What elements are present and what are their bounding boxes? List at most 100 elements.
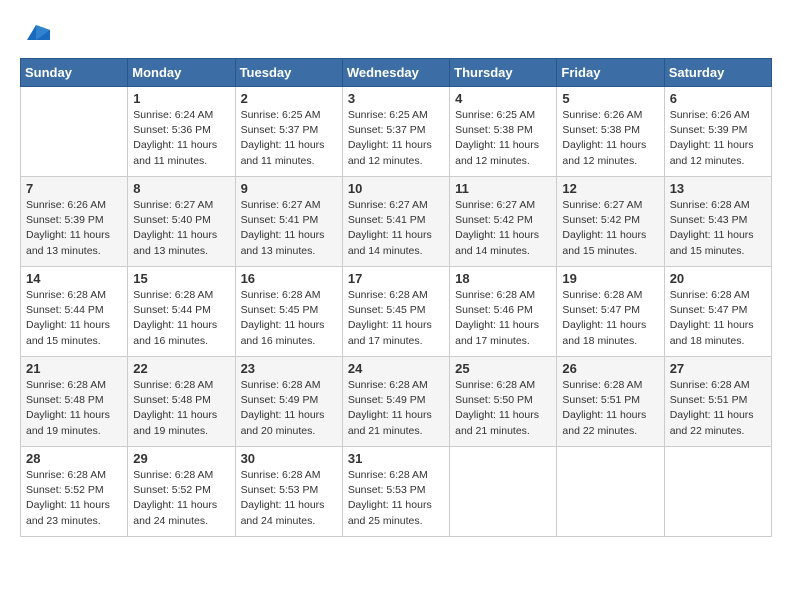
calendar-cell: 25 Sunrise: 6:28 AM Sunset: 5:50 PM Dayl… xyxy=(450,357,557,447)
daylight-text: Daylight: 11 hours and 20 minutes. xyxy=(241,409,325,436)
daylight-text: Daylight: 11 hours and 21 minutes. xyxy=(455,409,539,436)
day-info: Sunrise: 6:28 AM Sunset: 5:43 PM Dayligh… xyxy=(670,198,766,259)
sunset-text: Sunset: 5:47 PM xyxy=(562,304,640,316)
day-info: Sunrise: 6:28 AM Sunset: 5:51 PM Dayligh… xyxy=(670,378,766,439)
calendar-cell: 1 Sunrise: 6:24 AM Sunset: 5:36 PM Dayli… xyxy=(128,87,235,177)
sunset-text: Sunset: 5:37 PM xyxy=(241,124,319,136)
sunrise-text: Sunrise: 6:26 AM xyxy=(670,109,750,121)
calendar-cell: 7 Sunrise: 6:26 AM Sunset: 5:39 PM Dayli… xyxy=(21,177,128,267)
sunrise-text: Sunrise: 6:28 AM xyxy=(26,289,106,301)
weekday-header-sunday: Sunday xyxy=(21,59,128,87)
sunrise-text: Sunrise: 6:28 AM xyxy=(455,289,535,301)
calendar-cell: 15 Sunrise: 6:28 AM Sunset: 5:44 PM Dayl… xyxy=(128,267,235,357)
daylight-text: Daylight: 11 hours and 13 minutes. xyxy=(133,229,217,256)
calendar-cell: 16 Sunrise: 6:28 AM Sunset: 5:45 PM Dayl… xyxy=(235,267,342,357)
sunrise-text: Sunrise: 6:27 AM xyxy=(562,199,642,211)
day-info: Sunrise: 6:28 AM Sunset: 5:53 PM Dayligh… xyxy=(241,468,337,529)
sunset-text: Sunset: 5:39 PM xyxy=(26,214,104,226)
calendar-cell: 8 Sunrise: 6:27 AM Sunset: 5:40 PM Dayli… xyxy=(128,177,235,267)
day-info: Sunrise: 6:28 AM Sunset: 5:44 PM Dayligh… xyxy=(133,288,229,349)
sunrise-text: Sunrise: 6:28 AM xyxy=(133,289,213,301)
day-number: 6 xyxy=(670,91,766,106)
sunset-text: Sunset: 5:47 PM xyxy=(670,304,748,316)
calendar-cell: 20 Sunrise: 6:28 AM Sunset: 5:47 PM Dayl… xyxy=(664,267,771,357)
weekday-header-monday: Monday xyxy=(128,59,235,87)
calendar-cell: 18 Sunrise: 6:28 AM Sunset: 5:46 PM Dayl… xyxy=(450,267,557,357)
daylight-text: Daylight: 11 hours and 22 minutes. xyxy=(562,409,646,436)
calendar-week-row: 28 Sunrise: 6:28 AM Sunset: 5:52 PM Dayl… xyxy=(21,447,772,537)
day-number: 2 xyxy=(241,91,337,106)
day-info: Sunrise: 6:28 AM Sunset: 5:50 PM Dayligh… xyxy=(455,378,551,439)
daylight-text: Daylight: 11 hours and 15 minutes. xyxy=(670,229,754,256)
day-number: 3 xyxy=(348,91,444,106)
calendar-table: SundayMondayTuesdayWednesdayThursdayFrid… xyxy=(20,58,772,537)
day-number: 4 xyxy=(455,91,551,106)
daylight-text: Daylight: 11 hours and 24 minutes. xyxy=(133,499,217,526)
day-info: Sunrise: 6:27 AM Sunset: 5:41 PM Dayligh… xyxy=(241,198,337,259)
calendar-header-row: SundayMondayTuesdayWednesdayThursdayFrid… xyxy=(21,59,772,87)
sunset-text: Sunset: 5:52 PM xyxy=(26,484,104,496)
calendar-cell: 9 Sunrise: 6:27 AM Sunset: 5:41 PM Dayli… xyxy=(235,177,342,267)
day-number: 29 xyxy=(133,451,229,466)
day-number: 13 xyxy=(670,181,766,196)
day-info: Sunrise: 6:24 AM Sunset: 5:36 PM Dayligh… xyxy=(133,108,229,169)
weekday-header-thursday: Thursday xyxy=(450,59,557,87)
daylight-text: Daylight: 11 hours and 12 minutes. xyxy=(455,139,539,166)
day-number: 23 xyxy=(241,361,337,376)
day-info: Sunrise: 6:26 AM Sunset: 5:39 PM Dayligh… xyxy=(670,108,766,169)
daylight-text: Daylight: 11 hours and 17 minutes. xyxy=(455,319,539,346)
weekday-header-wednesday: Wednesday xyxy=(342,59,449,87)
sunrise-text: Sunrise: 6:28 AM xyxy=(455,379,535,391)
daylight-text: Daylight: 11 hours and 12 minutes. xyxy=(348,139,432,166)
day-number: 25 xyxy=(455,361,551,376)
day-info: Sunrise: 6:28 AM Sunset: 5:47 PM Dayligh… xyxy=(670,288,766,349)
daylight-text: Daylight: 11 hours and 16 minutes. xyxy=(133,319,217,346)
daylight-text: Daylight: 11 hours and 18 minutes. xyxy=(670,319,754,346)
sunrise-text: Sunrise: 6:28 AM xyxy=(670,199,750,211)
sunrise-text: Sunrise: 6:28 AM xyxy=(241,379,321,391)
day-info: Sunrise: 6:28 AM Sunset: 5:49 PM Dayligh… xyxy=(241,378,337,439)
sunrise-text: Sunrise: 6:26 AM xyxy=(562,109,642,121)
sunset-text: Sunset: 5:44 PM xyxy=(26,304,104,316)
day-number: 8 xyxy=(133,181,229,196)
day-number: 14 xyxy=(26,271,122,286)
day-number: 17 xyxy=(348,271,444,286)
day-info: Sunrise: 6:28 AM Sunset: 5:51 PM Dayligh… xyxy=(562,378,658,439)
calendar-cell: 19 Sunrise: 6:28 AM Sunset: 5:47 PM Dayl… xyxy=(557,267,664,357)
sunrise-text: Sunrise: 6:28 AM xyxy=(26,379,106,391)
sunrise-text: Sunrise: 6:24 AM xyxy=(133,109,213,121)
day-info: Sunrise: 6:25 AM Sunset: 5:37 PM Dayligh… xyxy=(348,108,444,169)
calendar-cell: 31 Sunrise: 6:28 AM Sunset: 5:53 PM Dayl… xyxy=(342,447,449,537)
logo-icon xyxy=(22,20,50,48)
page-header xyxy=(20,20,772,48)
day-number: 1 xyxy=(133,91,229,106)
sunset-text: Sunset: 5:37 PM xyxy=(348,124,426,136)
sunrise-text: Sunrise: 6:25 AM xyxy=(348,109,428,121)
calendar-week-row: 21 Sunrise: 6:28 AM Sunset: 5:48 PM Dayl… xyxy=(21,357,772,447)
daylight-text: Daylight: 11 hours and 14 minutes. xyxy=(348,229,432,256)
sunrise-text: Sunrise: 6:27 AM xyxy=(241,199,321,211)
sunrise-text: Sunrise: 6:27 AM xyxy=(455,199,535,211)
day-info: Sunrise: 6:27 AM Sunset: 5:40 PM Dayligh… xyxy=(133,198,229,259)
daylight-text: Daylight: 11 hours and 16 minutes. xyxy=(241,319,325,346)
day-number: 28 xyxy=(26,451,122,466)
daylight-text: Daylight: 11 hours and 15 minutes. xyxy=(562,229,646,256)
day-info: Sunrise: 6:28 AM Sunset: 5:53 PM Dayligh… xyxy=(348,468,444,529)
sunset-text: Sunset: 5:49 PM xyxy=(348,394,426,406)
day-number: 21 xyxy=(26,361,122,376)
calendar-cell: 14 Sunrise: 6:28 AM Sunset: 5:44 PM Dayl… xyxy=(21,267,128,357)
sunset-text: Sunset: 5:50 PM xyxy=(455,394,533,406)
day-number: 30 xyxy=(241,451,337,466)
day-number: 22 xyxy=(133,361,229,376)
daylight-text: Daylight: 11 hours and 11 minutes. xyxy=(133,139,217,166)
day-info: Sunrise: 6:25 AM Sunset: 5:37 PM Dayligh… xyxy=(241,108,337,169)
sunrise-text: Sunrise: 6:28 AM xyxy=(348,469,428,481)
sunset-text: Sunset: 5:53 PM xyxy=(348,484,426,496)
daylight-text: Daylight: 11 hours and 17 minutes. xyxy=(348,319,432,346)
sunrise-text: Sunrise: 6:28 AM xyxy=(133,379,213,391)
sunset-text: Sunset: 5:41 PM xyxy=(348,214,426,226)
calendar-cell: 22 Sunrise: 6:28 AM Sunset: 5:48 PM Dayl… xyxy=(128,357,235,447)
weekday-header-saturday: Saturday xyxy=(664,59,771,87)
sunrise-text: Sunrise: 6:28 AM xyxy=(241,289,321,301)
day-number: 12 xyxy=(562,181,658,196)
